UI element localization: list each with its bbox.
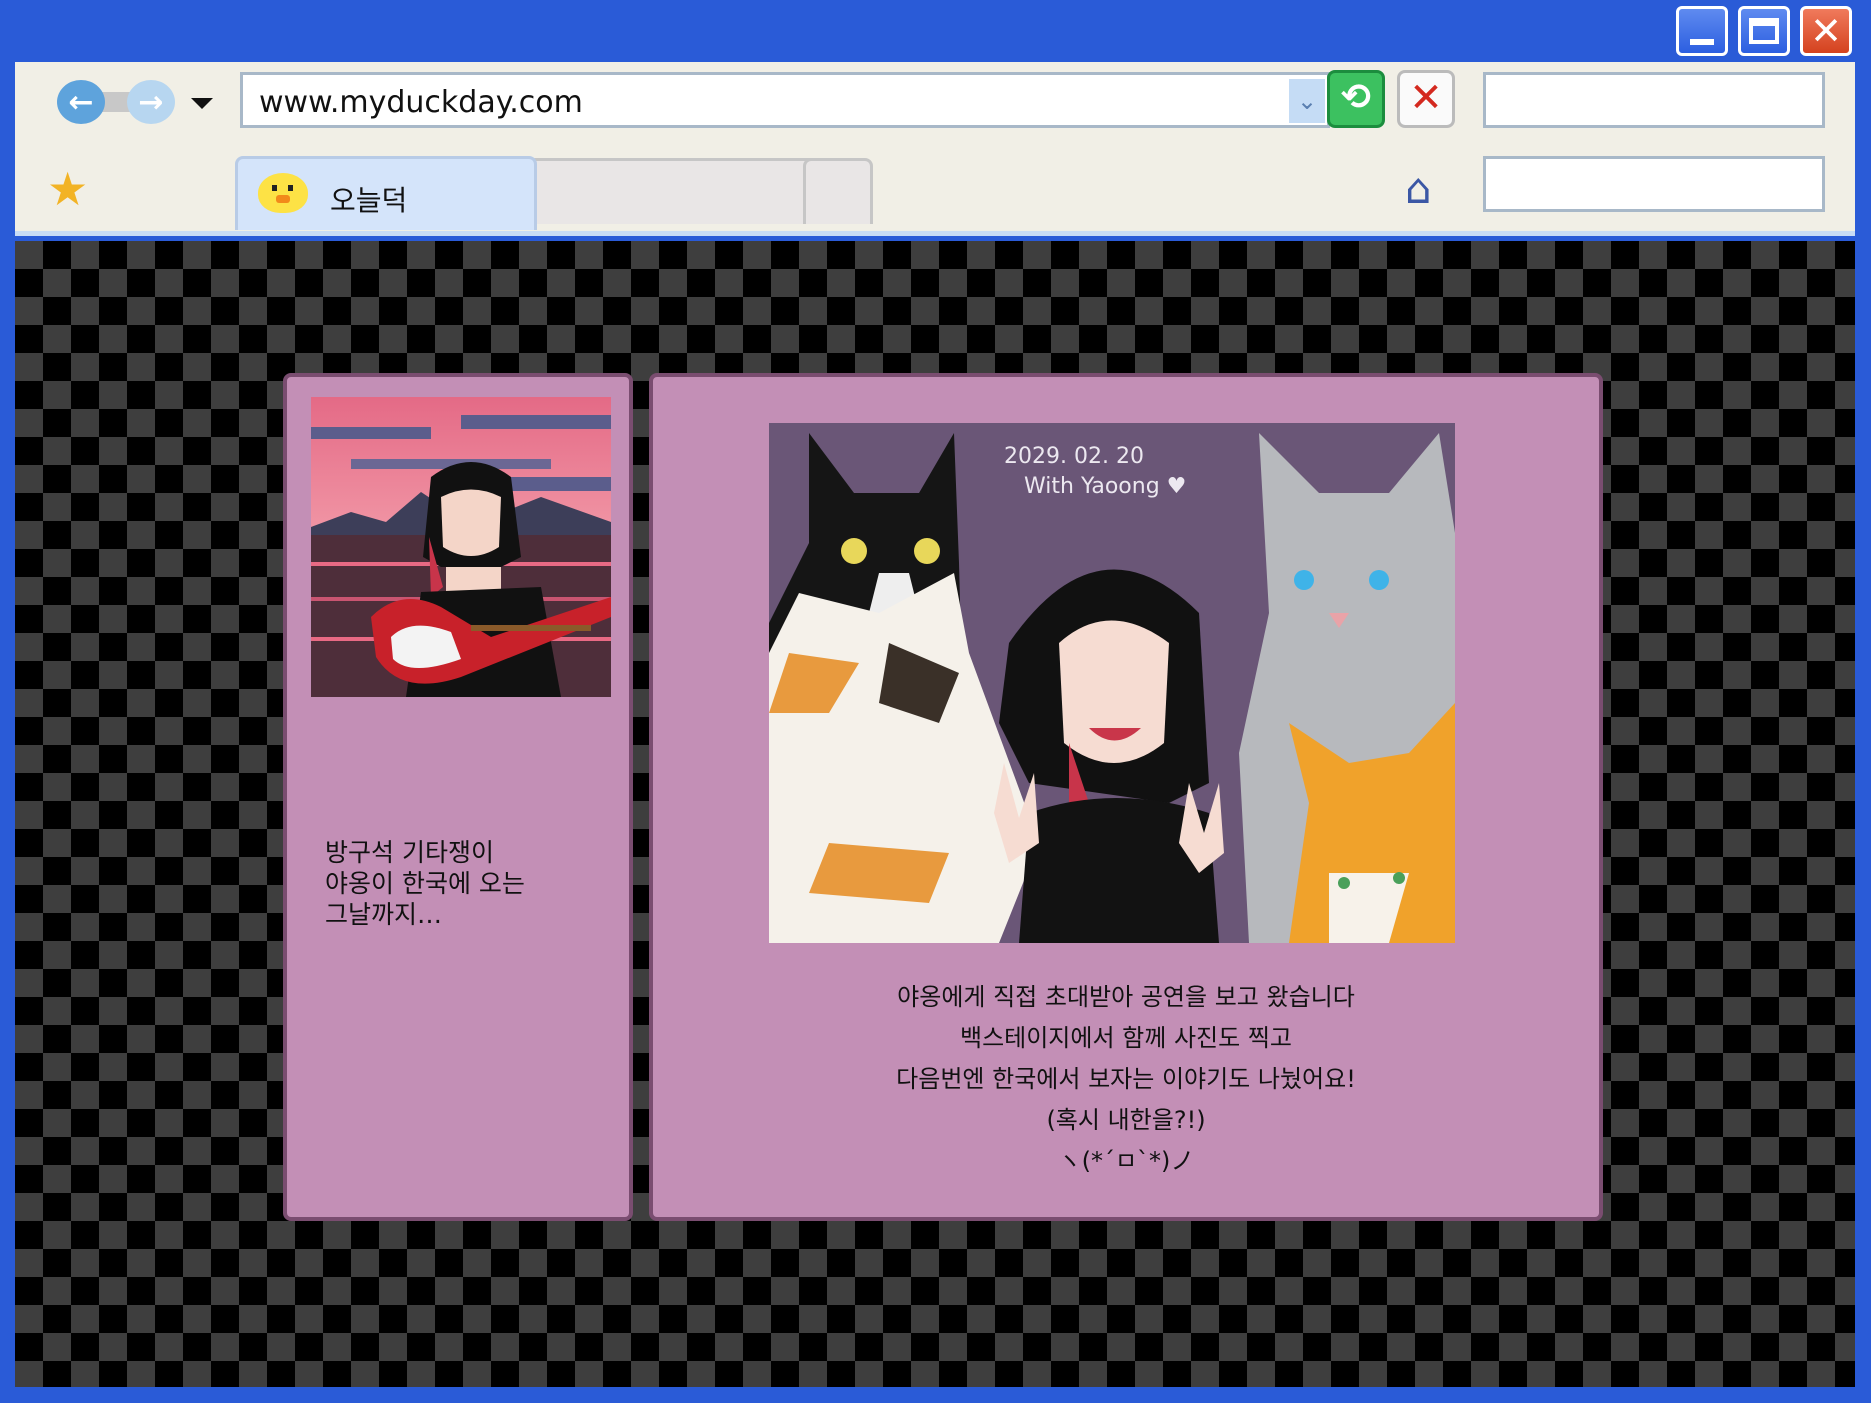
caption-line: 야옹에게 직접 초대받아 공연을 보고 왔습니다	[897, 983, 1355, 1011]
post-panel: 2029. 02. 20 With Yaoong ♥ 야옹에게 직접 초대받아 …	[649, 373, 1603, 1221]
photo-handwriting: 2029. 02. 20	[1004, 444, 1144, 469]
refresh-button[interactable]: ⟲	[1327, 70, 1385, 128]
profile-bio: 방구석 기타쟁이 야옹이 한국에 오는 그날까지…	[325, 838, 525, 929]
minimize-icon	[1690, 39, 1714, 45]
duck-icon	[258, 173, 308, 213]
minimize-button[interactable]	[1676, 6, 1728, 56]
navigation-toolbar: ← → www.myduckday.com ⌄ ⟲ ✕	[15, 62, 1855, 144]
profile-avatar	[311, 397, 611, 697]
tab-active-label: 오늘덕	[330, 184, 408, 217]
close-button[interactable]: ✕	[1800, 6, 1852, 56]
svg-text:With Yaoong ♥: With Yaoong ♥	[1024, 474, 1186, 499]
browser-window: ✕ ← → www.myduckday.com ⌄ ⟲ ✕ ★ 오늘덕 ⌂ 방구…	[0, 0, 1871, 1403]
caption-line: 다음번엔 한국에서 보자는 이야기도 나눴어요!	[896, 1065, 1356, 1093]
home-button[interactable]: ⌂	[1405, 168, 1432, 210]
star-icon: ★	[47, 162, 89, 216]
tab-3[interactable]	[803, 158, 873, 224]
home-icon: ⌂	[1405, 164, 1432, 213]
post-caption: 야옹에게 직접 초대받아 공연을 보고 왔습니다 백스테이지에서 함께 사진도 …	[653, 977, 1599, 1182]
maximize-icon	[1749, 18, 1779, 44]
secondary-search-input[interactable]	[1483, 156, 1825, 212]
back-button[interactable]: ←	[57, 80, 105, 124]
maximize-button[interactable]	[1738, 6, 1790, 56]
caption-line: ヽ(*´ㅁ`*)ノ	[1057, 1147, 1195, 1175]
tab-bar: ★ 오늘덕 ⌂	[15, 144, 1855, 236]
history-dropdown-button[interactable]	[191, 98, 213, 109]
address-dropdown-button[interactable]: ⌄	[1289, 79, 1325, 123]
caption-line: (혹시 내한을?!)	[1046, 1106, 1206, 1134]
tab-active[interactable]: 오늘덕	[235, 156, 537, 230]
address-text[interactable]: www.myduckday.com	[259, 85, 583, 120]
stop-x-icon: ✕	[1409, 75, 1443, 121]
refresh-icon: ⟲	[1340, 77, 1372, 118]
forward-button[interactable]: →	[127, 80, 175, 124]
stop-button[interactable]: ✕	[1397, 70, 1455, 128]
chevron-down-icon: ⌄	[1296, 87, 1318, 115]
profile-panel: 방구석 기타쟁이 야옹이 한국에 오는 그날까지…	[283, 373, 633, 1221]
post-photo: 2029. 02. 20 With Yaoong ♥	[769, 423, 1455, 943]
address-bar[interactable]: www.myduckday.com ⌄	[240, 72, 1330, 128]
page-content: 방구석 기타쟁이 야옹이 한국에 오는 그날까지… 2029. 02. 20 W…	[15, 241, 1855, 1387]
forward-arrow-icon: →	[138, 84, 164, 120]
favorites-button[interactable]: ★	[47, 166, 88, 212]
search-input[interactable]	[1483, 72, 1825, 128]
tab-2[interactable]	[525, 158, 817, 224]
close-icon: ✕	[1810, 9, 1842, 53]
back-arrow-icon: ←	[68, 84, 94, 120]
caption-line: 백스테이지에서 함께 사진도 찍고	[959, 1024, 1292, 1052]
